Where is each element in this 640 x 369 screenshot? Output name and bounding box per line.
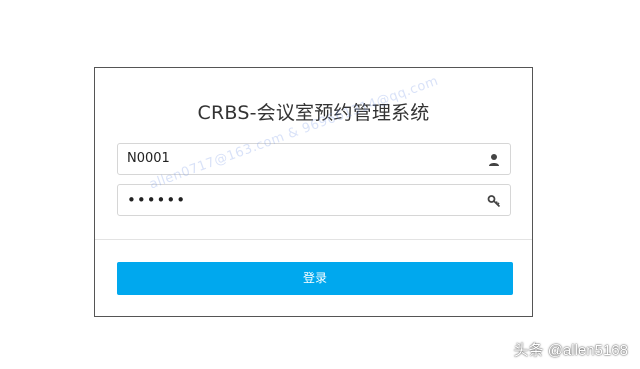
username-field[interactable]: N0001: [117, 143, 511, 175]
attribution-watermark: 头条 @allen5168: [513, 342, 628, 359]
key-icon: [487, 193, 501, 208]
username-value: N0001: [127, 151, 170, 166]
login-button[interactable]: 登录: [117, 262, 513, 295]
password-field[interactable]: ••••••: [117, 184, 511, 216]
user-icon: [487, 152, 501, 166]
divider: [95, 239, 532, 240]
page-title: CRBS-会议室预约管理系统: [197, 102, 430, 124]
password-value: ••••••: [127, 191, 187, 209]
page: CRBS-会议室预约管理系统 N0001 •••••• 登录 allen0717…: [0, 0, 640, 369]
login-card: CRBS-会议室预约管理系统 N0001 •••••• 登录: [94, 67, 533, 317]
